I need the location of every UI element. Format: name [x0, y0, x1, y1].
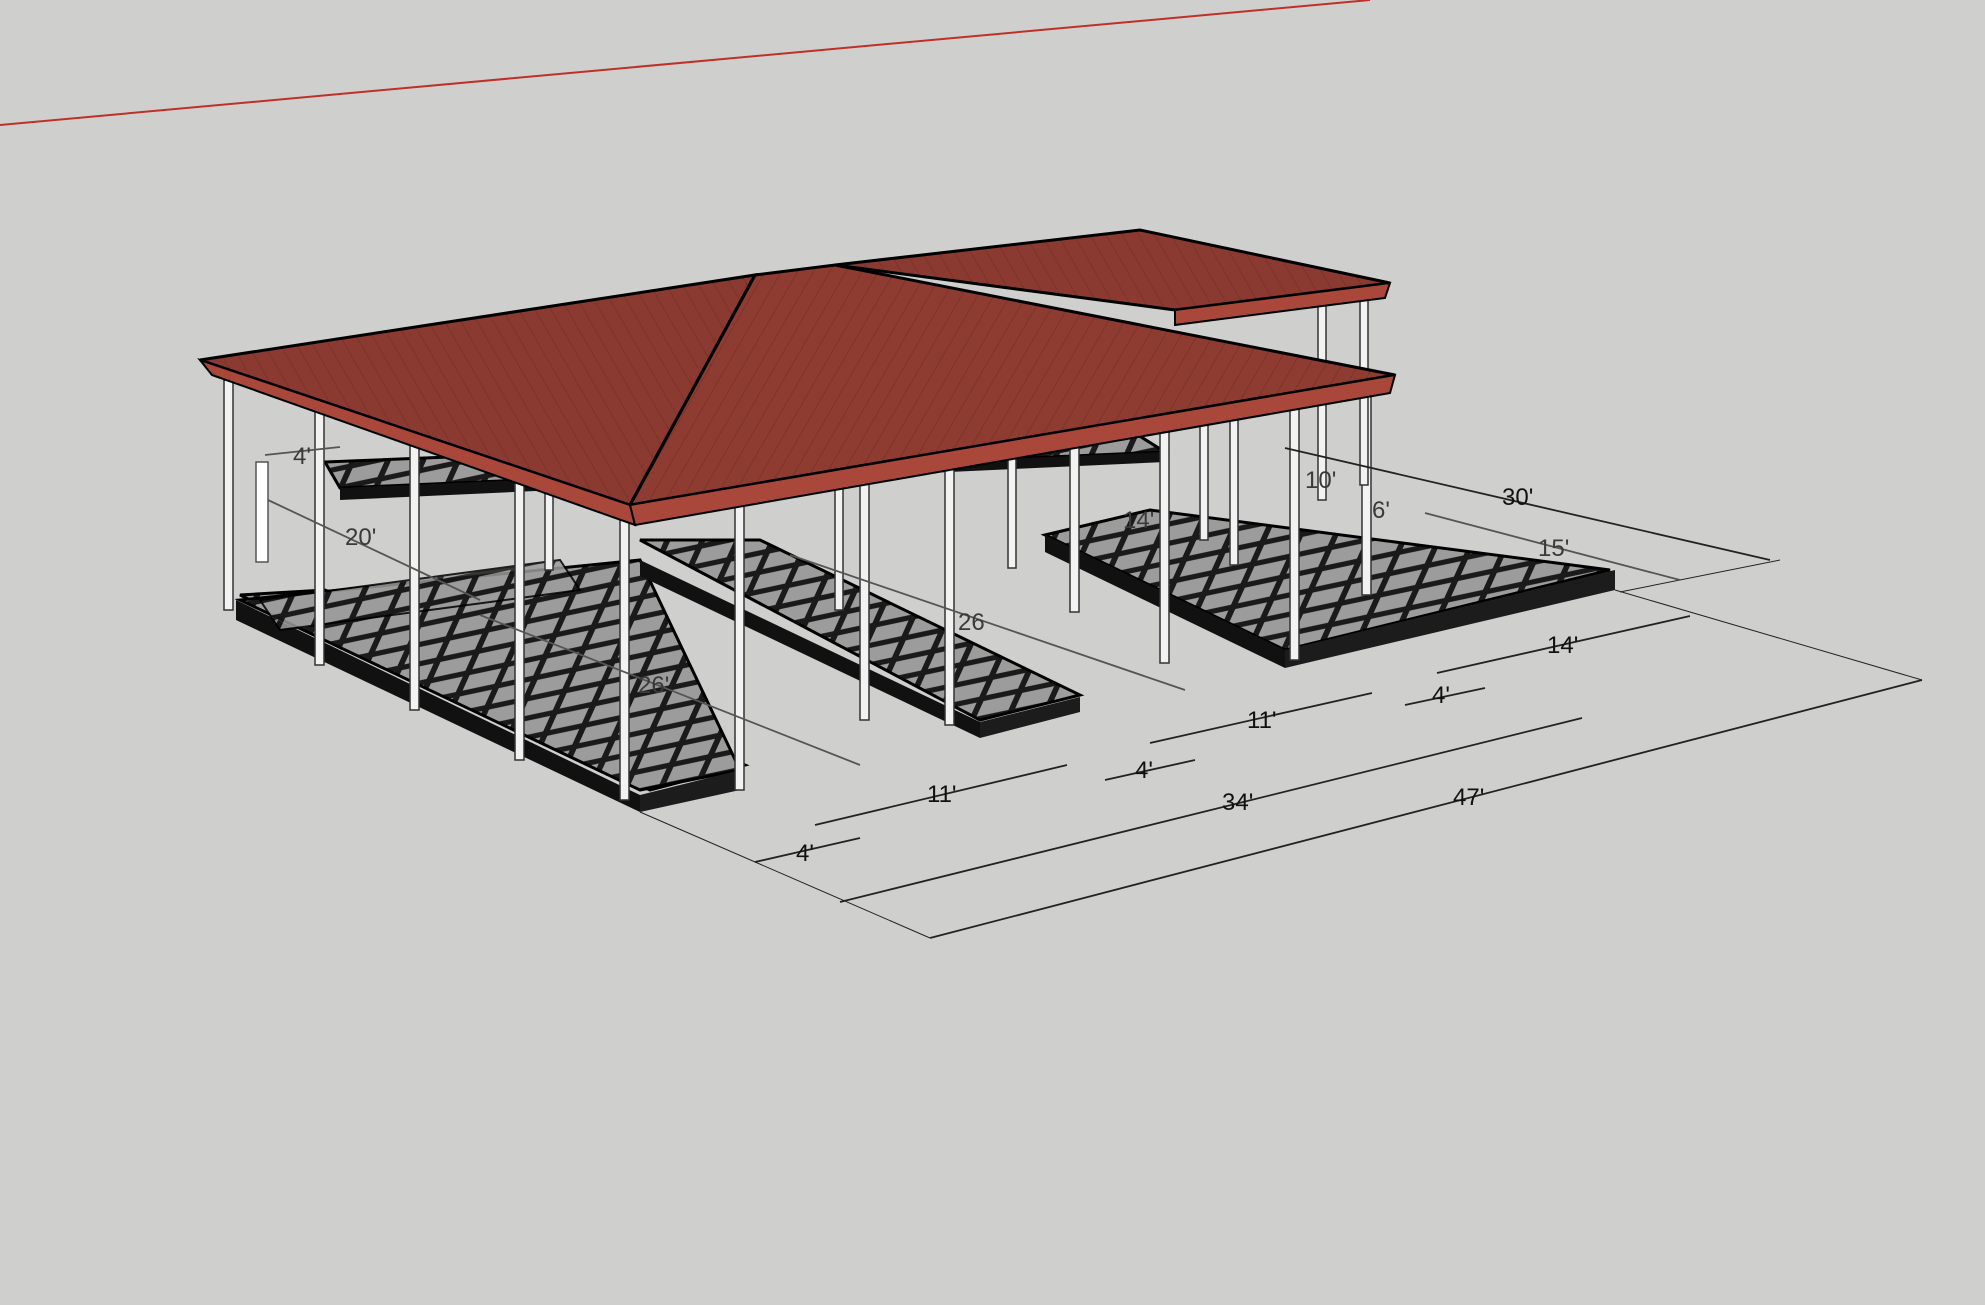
dim-10ft: 10': [1305, 467, 1336, 494]
dim-26ft-left: 26': [638, 672, 669, 699]
dim-20ft: 20': [345, 524, 376, 551]
dim-15ft: 15': [1538, 535, 1569, 562]
dim-6ft: 6': [1372, 497, 1390, 524]
dim-4ft-left-back: 4': [293, 443, 311, 470]
dim-14ft-right: 14': [1547, 632, 1578, 659]
dim-4ft-right: 4': [1432, 682, 1450, 709]
dock-model-drawing[interactable]: 4' 20' 26' 26 14' 10' 6' 15' 30' 14' 11'…: [0, 0, 1985, 1300]
dim-34ft: 34': [1222, 789, 1253, 816]
dim-26ft-mid: 26: [958, 609, 985, 636]
dim-47ft: 47': [1453, 784, 1484, 811]
dim-11ft-right: 11': [1247, 707, 1277, 734]
sketchup-viewport[interactable]: 4' 20' 26' 26 14' 10' 6' 15' 30' 14' 11'…: [0, 0, 1985, 1300]
dock-floats[interactable]: [234, 428, 1615, 812]
dim-4ft-front: 4': [796, 840, 814, 867]
red-axis-line: [0, 0, 1371, 126]
boat-lift-post: [255, 461, 269, 563]
dim-11ft-mid: 11': [927, 781, 957, 808]
dim-4ft-mid: 4': [1135, 757, 1153, 784]
dim-14ft-top: 14': [1123, 507, 1154, 534]
dim-30ft: 30': [1502, 484, 1533, 511]
